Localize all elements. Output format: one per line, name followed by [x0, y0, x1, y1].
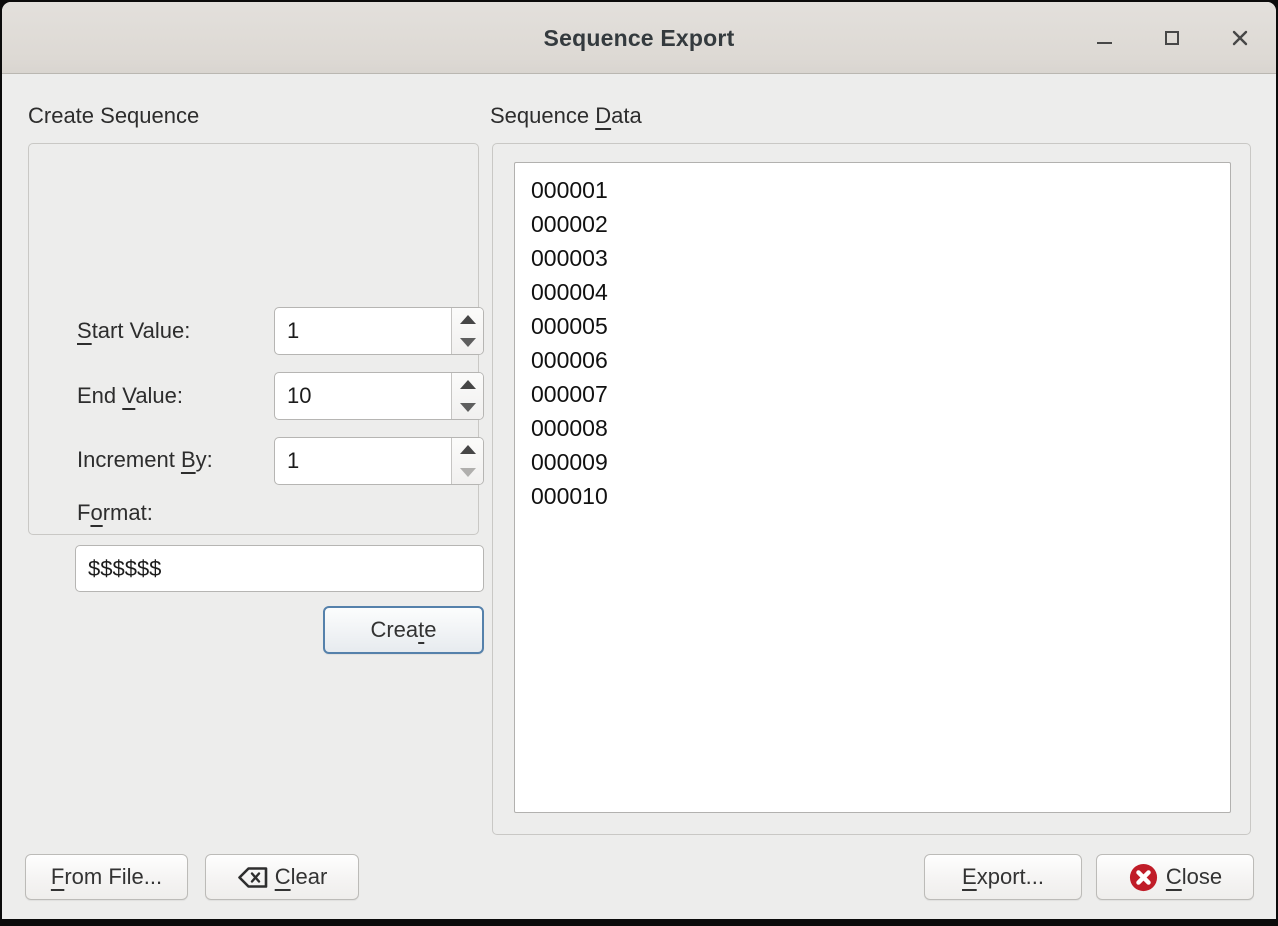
end-value-spinbox: [274, 372, 484, 420]
sequence-list-item[interactable]: 000010: [531, 479, 1230, 513]
create-sequence-group: Start Value: End Value:: [28, 143, 479, 535]
label-text: rom File...: [64, 864, 162, 889]
label-text: rmat:: [103, 500, 153, 525]
sequence-list-item[interactable]: 000005: [531, 309, 1230, 343]
minimize-icon: [1097, 42, 1112, 44]
export-button[interactable]: Export...: [924, 854, 1082, 900]
sequence-list-item[interactable]: 000003: [531, 241, 1230, 275]
increment-by-label: Increment By:: [77, 447, 213, 473]
backspace-clear-icon: [237, 865, 268, 890]
label-text: e: [424, 617, 436, 642]
label-mnemonic: C: [1166, 864, 1182, 889]
end-value-spin-up[interactable]: [452, 373, 483, 396]
label-text: tart Value:: [92, 318, 191, 343]
label-text: Increment: [77, 447, 181, 472]
arrow-down-icon: [460, 338, 476, 347]
label-text: xport...: [977, 864, 1044, 889]
start-value-label: Start Value:: [77, 318, 190, 344]
end-value-label: End Value:: [77, 383, 183, 409]
sequence-list-item[interactable]: 000008: [531, 411, 1230, 445]
arrow-down-icon: [460, 468, 476, 477]
format-label: Format:: [77, 500, 153, 526]
label-text: F: [77, 500, 90, 525]
close-button-label: Close: [1166, 864, 1222, 890]
sequence-data-label: Sequence Data: [490, 103, 642, 129]
window-title: Sequence Export: [2, 2, 1276, 74]
export-button-label: Export...: [962, 864, 1044, 890]
close-button[interactable]: Close: [1096, 854, 1254, 900]
label-text: alue:: [135, 383, 183, 408]
clear-button-label: Clear: [275, 864, 328, 890]
label-mnemonic: C: [275, 864, 291, 889]
start-value-spin-down[interactable]: [452, 331, 483, 354]
increment-by-spinbox: [274, 437, 484, 485]
label-mnemonic: B: [181, 447, 196, 472]
create-button-label: Create: [370, 617, 436, 643]
increment-by-input[interactable]: [275, 438, 451, 484]
label-text: y:: [196, 447, 213, 472]
label-text: Sequence: [490, 103, 595, 128]
label-mnemonic: o: [90, 500, 102, 525]
close-icon: [1231, 29, 1249, 47]
arrow-up-icon: [460, 445, 476, 454]
minimize-button[interactable]: [1090, 24, 1118, 52]
window-close-button[interactable]: [1226, 24, 1254, 52]
label-text: End: [77, 383, 122, 408]
increment-by-spin-up[interactable]: [452, 438, 483, 461]
end-value-spin-down[interactable]: [452, 396, 483, 419]
arrow-down-icon: [460, 403, 476, 412]
sequence-list-item[interactable]: 000009: [531, 445, 1230, 479]
from-file-button[interactable]: From File...: [25, 854, 188, 900]
sequence-list-item[interactable]: 000007: [531, 377, 1230, 411]
clear-button[interactable]: Clear: [205, 854, 359, 900]
maximize-icon: [1165, 31, 1179, 45]
end-value-input[interactable]: [275, 373, 451, 419]
arrow-up-icon: [460, 380, 476, 389]
start-value-spin-up[interactable]: [452, 308, 483, 331]
start-value-input[interactable]: [275, 308, 451, 354]
label-mnemonic: S: [77, 318, 92, 343]
maximize-button[interactable]: [1158, 24, 1186, 52]
arrow-up-icon: [460, 315, 476, 324]
sequence-list-item[interactable]: 000004: [531, 275, 1230, 309]
format-input[interactable]: [75, 545, 484, 592]
label-text: lose: [1182, 864, 1222, 889]
start-value-spin-buttons: [451, 308, 483, 354]
sequence-list-item[interactable]: 000001: [531, 173, 1230, 207]
increment-by-spin-down[interactable]: [452, 461, 483, 484]
label-text: lear: [291, 864, 328, 889]
label-mnemonic: F: [51, 864, 64, 889]
label-mnemonic: D: [595, 103, 611, 128]
increment-by-spin-buttons: [451, 438, 483, 484]
label-mnemonic: V: [122, 383, 135, 408]
label-text: ata: [611, 103, 642, 128]
create-button[interactable]: Create: [323, 606, 484, 654]
end-value-spin-buttons: [451, 373, 483, 419]
label-mnemonic: E: [962, 864, 977, 889]
sequence-export-dialog: Sequence Export Create Sequence Start Va…: [2, 2, 1276, 919]
start-value-spinbox: [274, 307, 484, 355]
window-controls: [1090, 2, 1254, 74]
create-sequence-label: Create Sequence: [28, 103, 199, 129]
titlebar[interactable]: Sequence Export: [2, 2, 1276, 74]
from-file-button-label: From File...: [51, 864, 162, 890]
sequence-list-item[interactable]: 000002: [531, 207, 1230, 241]
sequence-list[interactable]: 000001 000002 000003 000004 000005 00000…: [514, 162, 1231, 813]
sequence-list-item[interactable]: 000006: [531, 343, 1230, 377]
red-close-icon: [1128, 862, 1159, 893]
label-text: Crea: [370, 617, 418, 642]
